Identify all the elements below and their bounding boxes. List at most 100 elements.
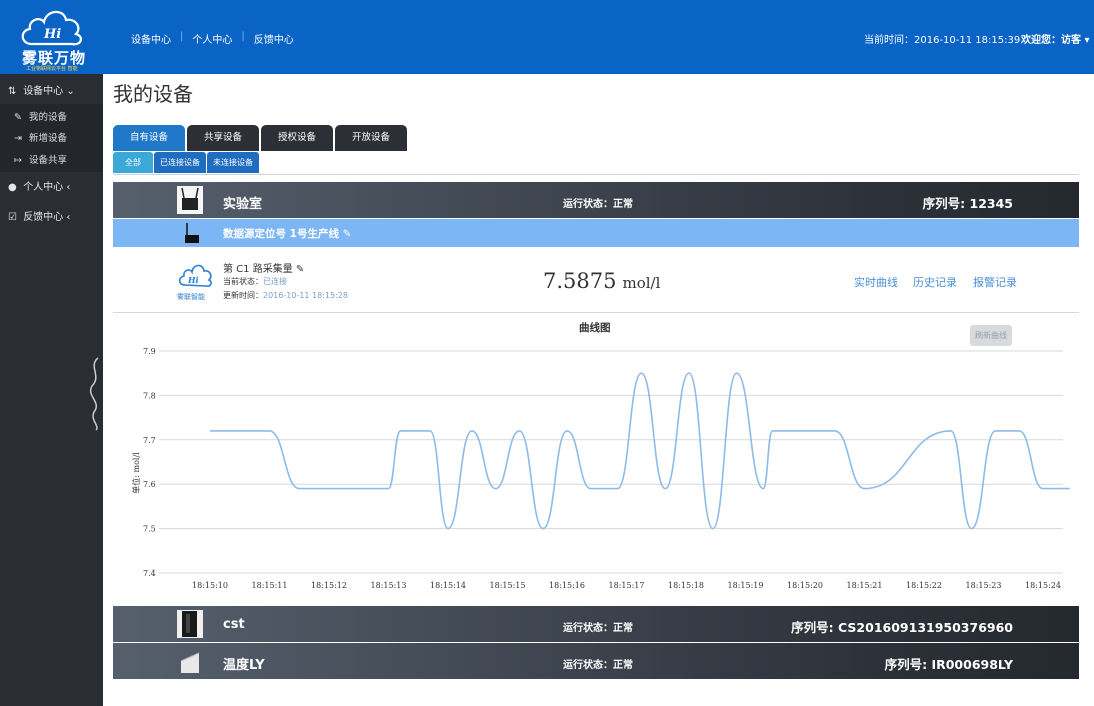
- sensor-state-value: 已连接: [263, 277, 287, 286]
- sidebar-item-add-device[interactable]: ⇥ 新增设备: [14, 130, 67, 144]
- subtab-connected[interactable]: 已连接设备: [154, 152, 206, 173]
- device-serial: 序列号: 12345: [922, 196, 1013, 211]
- x-tick-label: 18:15:10: [192, 581, 228, 590]
- sidebar-item-feedback-center[interactable]: ☑ 反馈中心 ‹: [8, 208, 70, 223]
- user-icon: ●: [8, 182, 17, 193]
- sort-icon: ⇅: [8, 86, 17, 97]
- y-tick-label: 7.7: [143, 436, 156, 445]
- device-row[interactable]: 温度LY 运行状态：正常 序列号: IR000698LY: [113, 643, 1079, 679]
- svg-text:Hi: Hi: [43, 27, 61, 42]
- page-title: 我的设备: [113, 82, 193, 106]
- device-row[interactable]: 实验室 运行状态：正常 序列号: 12345: [113, 182, 1079, 218]
- sensor-reading-value: 7.5875: [543, 269, 617, 293]
- device-status: 运行状态：正常: [563, 623, 633, 634]
- sidebar-collapse-handle[interactable]: [88, 356, 102, 432]
- edit-icon: ☑: [8, 212, 17, 223]
- device-name: 实验室: [223, 197, 263, 212]
- device-serial: 序列号: CS201609131950376960: [791, 620, 1013, 635]
- sidebar-item-personal-center[interactable]: ● 个人中心 ‹: [8, 178, 70, 193]
- filter-tabs: 全部 已连接设备 未连接设备: [113, 152, 260, 173]
- series-line: [210, 372, 1070, 530]
- device-name: cst: [223, 617, 245, 632]
- subtab-all[interactable]: 全部: [113, 152, 153, 173]
- sensor-update-time: 更新时间：2016-10-11 18:15:28: [223, 290, 348, 301]
- x-tick-label: 18:15:24: [1025, 581, 1061, 590]
- svg-text:雾联智能: 雾联智能: [177, 292, 205, 301]
- sidebar-item-label: 个人中心 ‹: [23, 182, 71, 193]
- server-icon: [177, 610, 203, 638]
- router-icon: [177, 186, 203, 214]
- sidebar: ⇅ 设备中心 ⌄ ✎ 我的设备 ⇥ 新增设备 ↦ 设备共享 ● 个人中心 ‹ ☑…: [0, 74, 103, 706]
- device-row[interactable]: cst 运行状态：正常 序列号: CS201609131950376960: [113, 606, 1079, 642]
- nav-feedback-center[interactable]: 反馈中心: [245, 31, 303, 46]
- x-tick-label: 18:15:22: [906, 581, 942, 590]
- nav-device-center[interactable]: 设备中心: [122, 31, 180, 46]
- sidebar-item-my-devices[interactable]: ✎ 我的设备: [14, 109, 67, 123]
- user-menu[interactable]: 欢迎您：访客 ▾: [1021, 31, 1090, 46]
- realtime-curve-link[interactable]: 实时曲线: [854, 274, 898, 290]
- data-source-row[interactable]: 数据源定位号 1号生产线 ✎: [113, 219, 1079, 247]
- sidebar-item-label: 反馈中心 ‹: [23, 212, 71, 223]
- y-axis-label: 单位: mol/l: [131, 452, 141, 494]
- sensor-reading-unit: mol/l: [622, 274, 661, 292]
- data-source-label: 数据源定位号 1号生产线 ✎: [223, 226, 351, 241]
- wrench-icon: ✎: [14, 112, 22, 123]
- x-tick-label: 18:15:13: [371, 581, 407, 590]
- x-tick-label: 18:15:21: [847, 581, 883, 590]
- sensor-name: 第 C1 路采集量 ✎: [223, 260, 304, 275]
- tab-shared-devices[interactable]: 共享设备: [187, 125, 260, 151]
- x-tick-label: 18:15:23: [966, 581, 1002, 590]
- edit-icon[interactable]: ✎: [343, 228, 352, 240]
- data-source-text: 数据源定位号 1号生产线: [223, 228, 339, 240]
- svg-text:Hi: Hi: [187, 275, 199, 285]
- sensor-state: 当前状态：已连接: [223, 276, 287, 287]
- device-status: 运行状态：正常: [563, 199, 633, 210]
- top-nav: 设备中心 | 个人中心 | 反馈中心: [122, 31, 303, 46]
- tab-open-devices[interactable]: 开放设备: [335, 125, 408, 151]
- thermometer-device-icon: [177, 647, 203, 675]
- x-tick-label: 18:15:20: [787, 581, 823, 590]
- sidebar-item-label: 我的设备: [29, 112, 68, 123]
- sensor-device-icon: [185, 223, 199, 243]
- top-bar: Hi 雾联万物 工业物联网云平台 智能 设备中心 | 个人中心 | 反馈中心 当…: [0, 0, 1094, 74]
- cloud-logo-icon: Hi: [21, 10, 82, 46]
- y-tick-label: 7.6: [143, 480, 156, 489]
- sensor-time-value: 2016-10-11 18:15:28: [263, 291, 348, 300]
- tab-divider: [113, 174, 1079, 175]
- x-tick-label: 18:15:12: [311, 581, 347, 590]
- sidebar-item-label: 设备共享: [29, 155, 68, 166]
- sign-in-icon: ⇥: [14, 133, 22, 144]
- x-tick-label: 18:15:15: [490, 581, 526, 590]
- device-tabs: 自有设备 共享设备 授权设备 开放设备: [113, 125, 409, 151]
- brand-tagline: 工业物联网云平台 智能: [26, 66, 78, 72]
- x-tick-label: 18:15:16: [549, 581, 585, 590]
- x-tick-label: 18:15:18: [668, 581, 704, 590]
- nav-personal-center[interactable]: 个人中心: [183, 31, 241, 46]
- sensor-panel: Hi 雾联智能 第 C1 路采集量 ✎ 当前状态：已连接 更新时间：2016-1…: [113, 247, 1079, 313]
- x-tick-label: 18:15:19: [728, 581, 764, 590]
- sidebar-item-device-center[interactable]: ⇅ 设备中心 ⌄: [8, 82, 75, 97]
- edit-icon[interactable]: ✎: [296, 264, 304, 275]
- sidebar-item-device-share[interactable]: ↦ 设备共享: [14, 152, 67, 166]
- device-serial: 序列号: IR000698LY: [884, 657, 1013, 672]
- chart-panel: 曲线图 刷新曲线 7.9 7.8 7.7 7.6 7.5 7.4 18:15:10 18:15…: [113, 313, 1079, 603]
- x-tick-label: 18:15:17: [609, 581, 645, 590]
- cloud-logo-icon: Hi 雾联智能: [177, 264, 212, 301]
- device-status: 运行状态：正常: [563, 660, 633, 671]
- sensor-state-label: 当前状态：: [223, 277, 263, 286]
- sensor-name-text: 第 C1 路采集量: [223, 264, 293, 275]
- y-tick-label: 7.5: [143, 525, 156, 534]
- history-link[interactable]: 历史记录: [913, 274, 957, 290]
- y-tick-label: 7.8: [143, 391, 156, 400]
- brand-logo[interactable]: Hi 雾联万物 工业物联网云平台 智能: [0, 0, 103, 74]
- x-tick-label: 18:15:14: [430, 581, 466, 590]
- current-time: 当前时间：2016-10-11 18:15:39: [864, 35, 1021, 46]
- sidebar-item-label: 新增设备: [29, 133, 68, 144]
- alarm-log-link[interactable]: 报警记录: [973, 274, 1017, 290]
- line-chart: 7.9 7.8 7.7 7.6 7.5 7.4 18:15:10 18:15:11 18:15:…: [131, 347, 1070, 590]
- tab-own-devices[interactable]: 自有设备: [113, 125, 186, 151]
- device-name: 温度LY: [223, 658, 265, 673]
- sidebar-item-label: 设备中心 ⌄: [23, 86, 75, 97]
- subtab-disconnected[interactable]: 未连接设备: [207, 152, 259, 173]
- tab-authorized-devices[interactable]: 授权设备: [261, 125, 334, 151]
